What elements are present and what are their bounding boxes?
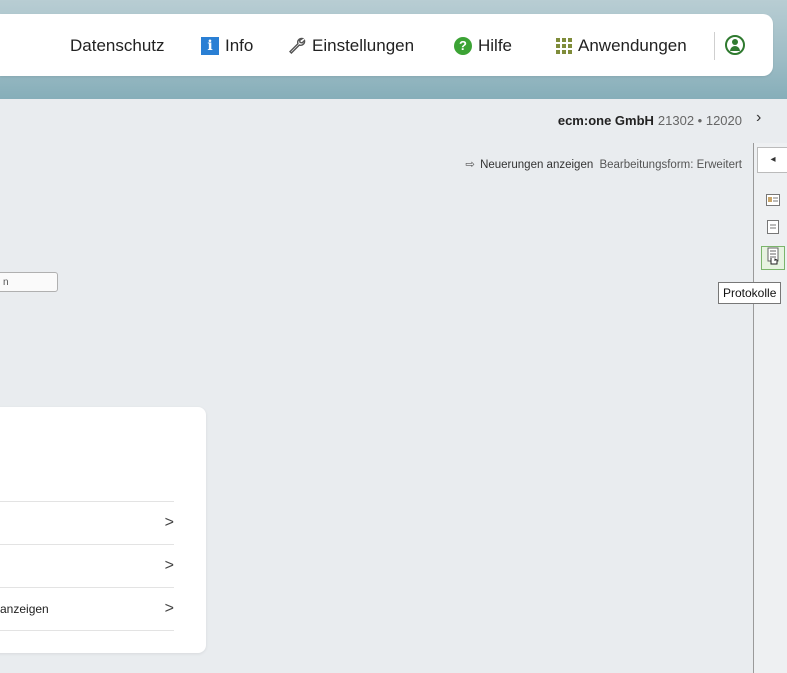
help-icon: ? [454, 37, 472, 55]
menu-row[interactable]: > [0, 544, 174, 587]
chevron-right-icon: > [164, 600, 174, 617]
arrow-right-icon: ⇨ [465, 159, 476, 171]
tenant-ids: 21302 • 12020 [657, 113, 742, 128]
user-icon[interactable] [725, 35, 745, 55]
nav-anwendungen-label: Anwendungen [578, 36, 687, 55]
nav-hilfe-label: Hilfe [478, 36, 513, 55]
news-link[interactable]: Neuerungen anzeigen [480, 159, 593, 171]
nav-datenschutz[interactable]: Datenschutz [70, 36, 165, 56]
apps-grid-icon [556, 38, 572, 54]
tenant-next-arrow[interactable]: › [756, 109, 761, 127]
chevron-right-icon: > [164, 557, 174, 574]
text-input[interactable]: n [0, 272, 58, 292]
nav-info-label: Info [225, 36, 254, 55]
contact-card-icon[interactable] [766, 194, 780, 208]
edit-mode-label[interactable]: Bearbeitungsform: Erweitert [599, 159, 742, 171]
protocol-icon[interactable] [761, 246, 785, 270]
document-icon[interactable] [766, 220, 780, 234]
top-navigation-bar: Datenschutz i Info Einstellungen ? Hilfe… [0, 14, 773, 76]
side-panel-toggle-icon[interactable]: ◂ [757, 147, 787, 173]
menu-card: > > anzeigen > [0, 407, 206, 653]
info-icon: i [201, 37, 219, 55]
nav-info[interactable]: i Info [201, 36, 253, 56]
nav-einstellungen[interactable]: Einstellungen [288, 36, 414, 56]
menu-row-label: anzeigen [0, 602, 49, 616]
chevron-right-icon: > [164, 514, 174, 531]
nav-datenschutz-label: Datenschutz [70, 36, 165, 55]
nav-anwendungen[interactable]: Anwendungen [556, 36, 687, 56]
menu-row[interactable]: anzeigen > [0, 587, 174, 631]
protocol-tooltip: Protokolle [718, 282, 782, 304]
header-divider [714, 32, 715, 60]
menu-row[interactable]: > [0, 501, 174, 544]
nav-hilfe[interactable]: ? Hilfe [454, 36, 512, 56]
tenant-info: ecm:one GmbH 21302 • 12020 [558, 113, 742, 128]
tenant-name: ecm:one GmbH [557, 113, 654, 128]
nav-einstellungen-label: Einstellungen [312, 36, 415, 55]
wrench-icon [288, 37, 306, 55]
news-line: ⇨ Neuerungen anzeigen Bearbeitungsform: E… [465, 157, 742, 171]
